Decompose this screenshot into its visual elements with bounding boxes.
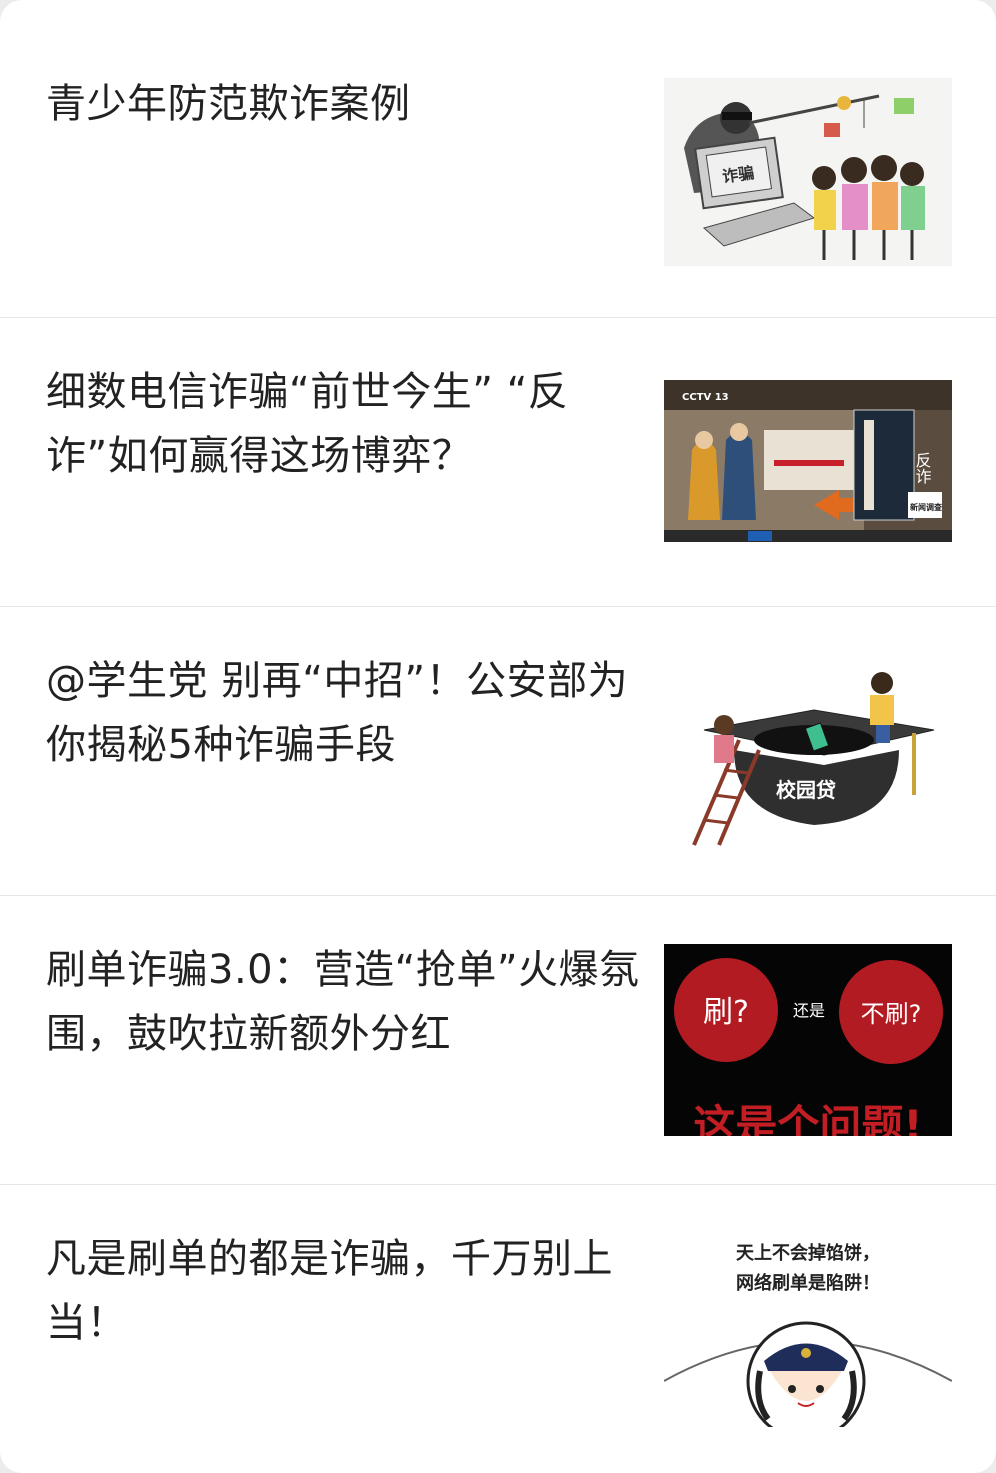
shuadan-question-graphic-icon: 刷? 还是 不刷? 这是个问题! [664,944,952,1136]
cctv-news-screenshot-icon: CCTV 13 反诈 新闻调查 [664,380,952,542]
list-item[interactable]: 刷单诈骗3.0：营造“抢单”火爆氛围，鼓吹拉新额外分红 刷? 还是 不刷? 这是… [0,896,996,1185]
thumbnail-line1: 天上不会掉馅饼， [736,1242,880,1264]
police-cartoon-icon: 天上不会掉馅饼， 网络刷单是陷阱！ [664,1231,952,1427]
thumbnail-left-circle: 刷? [703,995,749,1030]
list-item[interactable]: 细数电信诈骗“前世今生” “反诈”如何赢得这场博弈？ CCTV 13 反诈 新闻… [0,318,996,607]
thumbnail-badge: 新闻调查 [910,502,943,512]
cartoon-fraud-illustration-icon: 诈骗 [664,78,952,266]
list-item[interactable]: 青少年防范欺诈案例 诈骗 [0,0,996,318]
article-title[interactable]: 凡是刷单的都是诈骗，千万别上当！ [46,1227,666,1355]
list-item[interactable]: @学生党 别再“中招”！公安部为你揭秘5种诈骗手段 校园贷 [0,607,996,896]
thumbnail-vertical-text: 反诈 [913,452,932,484]
thumbnail-right-circle: 不刷? [861,1000,922,1028]
article-title[interactable]: 刷单诈骗3.0：营造“抢单”火爆氛围，鼓吹拉新额外分红 [46,938,666,1066]
thumbnail-logo: CCTV 13 [682,392,729,403]
article-thumbnail[interactable]: 诈骗 [664,78,952,266]
list-item[interactable]: 凡是刷单的都是诈骗，千万别上当！ 天上不会掉馅饼， 网络刷单是陷阱！ [0,1185,996,1473]
article-thumbnail[interactable]: CCTV 13 反诈 新闻调查 [664,380,952,542]
article-thumbnail[interactable]: 校园贷 [664,655,952,847]
article-title[interactable]: 青少年防范欺诈案例 [46,72,666,136]
thumbnail-line2: 网络刷单是陷阱！ [736,1272,880,1294]
article-thumbnail[interactable]: 刷? 还是 不刷? 这是个问题! [664,944,952,1136]
article-thumbnail[interactable]: 天上不会掉馅饼， 网络刷单是陷阱！ [664,1231,952,1427]
article-title[interactable]: 细数电信诈骗“前世今生” “反诈”如何赢得这场博弈？ [46,360,666,488]
thumbnail-cap-text: 校园贷 [776,778,836,802]
campus-loan-illustration-icon: 校园贷 [664,655,952,847]
thumbnail-bottom-text: 这是个问题! [693,1101,922,1136]
article-title[interactable]: @学生党 别再“中招”！公安部为你揭秘5种诈骗手段 [46,649,666,777]
article-list: 青少年防范欺诈案例 诈骗 细数电信诈骗“前世今生” “反诈”如何赢得这场博弈？ … [0,0,996,1473]
thumbnail-middle-text: 还是 [793,1001,825,1020]
